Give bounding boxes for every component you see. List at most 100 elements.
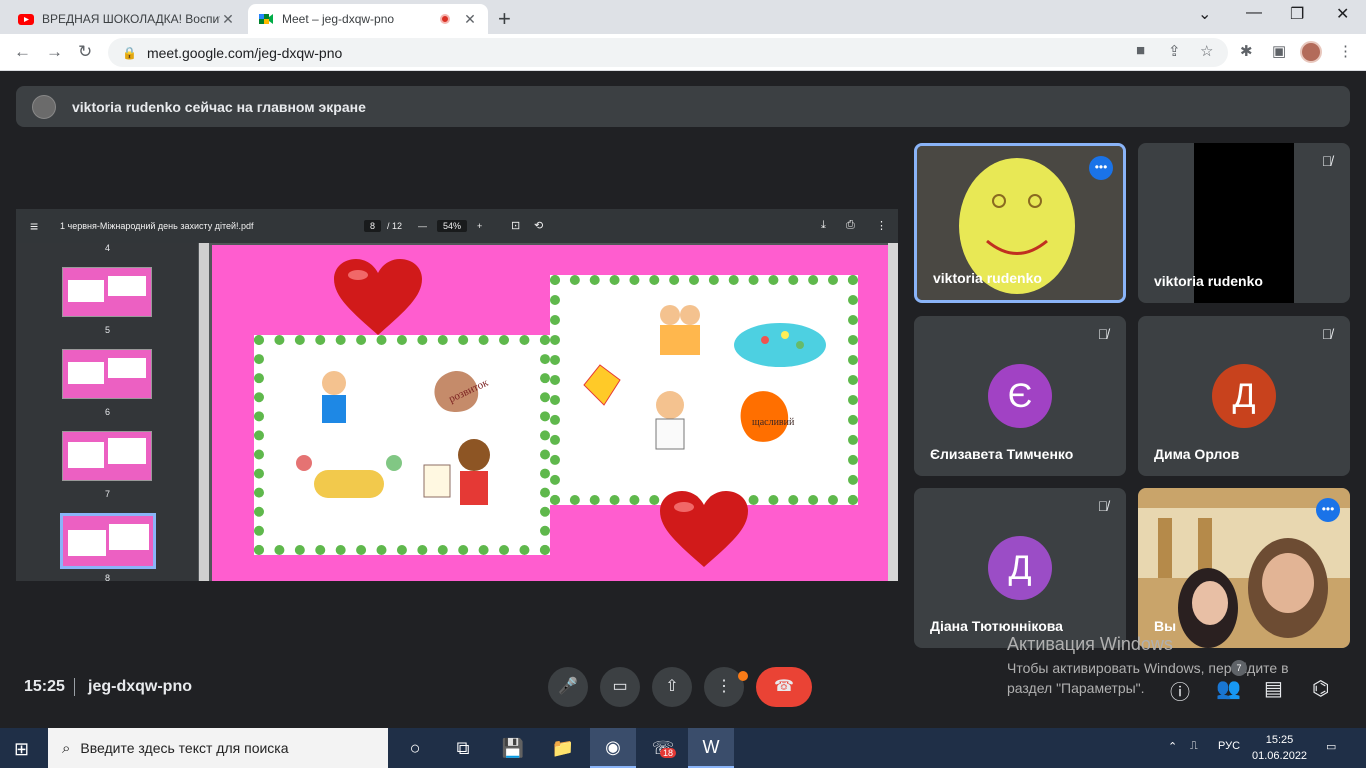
system-clock[interactable]: 15:25 01.06.2022	[1252, 732, 1307, 764]
notifications-icon[interactable]: ▭	[1326, 740, 1336, 753]
clock-time: 15:25	[1265, 734, 1294, 746]
participant-name: viktoria rudenko	[933, 270, 1042, 286]
participant-count-badge: 7	[1231, 660, 1247, 676]
network-icon[interactable]: ⎍	[1190, 740, 1198, 753]
task-view-icon[interactable]: ⧉	[440, 728, 486, 768]
participant-tile[interactable]: 🎙̸ viktoria rudenko	[1138, 143, 1350, 303]
people-icon[interactable]: 👥	[1216, 676, 1241, 701]
mic-off-icon: 🎙̸	[1321, 153, 1333, 169]
more-options-icon[interactable]: •••	[1316, 498, 1340, 522]
thumb-page-number: 8	[105, 573, 111, 581]
meeting-code: jeg-dxqw-pno	[88, 678, 192, 695]
cortana-icon[interactable]: ○	[392, 728, 438, 768]
chevron-up-icon[interactable]: ⌃	[1168, 740, 1177, 753]
save-app-icon[interactable]: 💾	[490, 728, 536, 768]
viber-badge: 18	[660, 748, 677, 758]
menu-icon[interactable]: ≡	[30, 218, 38, 234]
search-placeholder: Введите здесь текст для поиска	[80, 740, 289, 756]
thumbnail-page[interactable]	[62, 431, 152, 481]
camera-icon[interactable]: ■	[1136, 42, 1145, 59]
taskbar-search[interactable]: ⌕ Введите здесь текст для поиска	[48, 728, 388, 768]
participant-tile[interactable]: 🎙̸ Д Діана Тютюннікова	[914, 488, 1126, 648]
print-icon[interactable]: ⎙	[846, 219, 855, 232]
extensions-icon[interactable]: ✱	[1240, 42, 1253, 60]
back-icon[interactable]: ←	[14, 42, 31, 62]
thumbnail-page-current[interactable]	[60, 513, 156, 569]
language-indicator[interactable]: РУС	[1218, 740, 1240, 752]
more-vert-icon[interactable]: ⋮	[1338, 42, 1353, 60]
windows-start-icon[interactable]: ⊞	[14, 739, 29, 760]
youtube-icon	[18, 14, 34, 25]
rotate-icon[interactable]: ⟲	[534, 219, 543, 232]
thumbnail-page[interactable]	[62, 267, 152, 317]
thumb-page-number: 6	[105, 407, 111, 417]
tab-youtube[interactable]: ВРЕДНАЯ ШОКОЛАДКА! Воспит ✕	[8, 4, 246, 34]
windows-taskbar: ⊞ ⌕ Введите здесь текст для поиска ○ ⧉ 💾…	[0, 728, 1366, 768]
microphone-button[interactable]: 🎤	[548, 667, 588, 707]
new-tab-icon[interactable]: +	[498, 6, 511, 32]
google-meet-icon	[259, 14, 273, 24]
activities-icon[interactable]: ⌬	[1312, 676, 1329, 701]
share-icon[interactable]: ⇪	[1168, 42, 1181, 60]
notification-dot	[738, 671, 748, 681]
pdf-scrollbar[interactable]	[888, 243, 898, 581]
page-current[interactable]: 8	[364, 220, 382, 232]
participant-tile[interactable]: ••• viktoria rudenko	[914, 143, 1126, 303]
pdf-filename: 1 червня-Міжнародний день захисту дітей!…	[60, 221, 254, 231]
presentation-screen: ≡ 1 червня-Міжнародний день захисту діте…	[16, 209, 898, 581]
download-icon[interactable]: ⤓	[821, 219, 826, 232]
side-panel-icon[interactable]: ▣	[1272, 42, 1286, 60]
more-options-icon[interactable]: •••	[1089, 156, 1113, 180]
zoom-level[interactable]: 54%	[437, 220, 468, 232]
pdf-toolbar: ≡ 1 червня-Міжнародний день захисту діте…	[16, 209, 898, 243]
minimize-icon[interactable]: —	[1246, 4, 1262, 22]
leave-call-button[interactable]: ☎	[756, 667, 812, 707]
window-close-icon[interactable]: ✕	[1336, 4, 1349, 24]
camera-button[interactable]: ▭	[600, 667, 640, 707]
watermark-title: Активация Windows	[1007, 634, 1173, 654]
thumbnail-page[interactable]	[62, 349, 152, 399]
avatar	[32, 94, 56, 119]
tab-title: Meet – jeg-dxqw-pno	[282, 12, 395, 26]
reload-icon[interactable]: ↻	[78, 42, 92, 62]
tab-meet[interactable]: Meet – jeg-dxqw-pno ✕	[248, 4, 488, 34]
participant-name: Вы	[1154, 618, 1177, 634]
participant-name: viktoria rudenko	[1154, 273, 1263, 289]
tab-title: ВРЕДНАЯ ШОКОЛАДКА! Воспит	[42, 12, 220, 26]
search-icon: ⌕	[62, 739, 71, 757]
chevron-down-icon[interactable]: ⌄	[1198, 4, 1211, 24]
zoom-out-icon[interactable]: —	[418, 221, 427, 231]
present-button[interactable]: ⇧	[652, 667, 692, 707]
url-text: meet.google.com/jeg-dxqw-pno	[146, 44, 343, 61]
chrome-icon[interactable]: ◉	[590, 728, 636, 768]
chat-icon[interactable]: ▤	[1264, 676, 1283, 701]
collage-card-left: розвиток	[254, 335, 550, 555]
restore-icon[interactable]: ❐	[1290, 4, 1304, 24]
hand-label-right: щасливий	[752, 417, 795, 428]
thumbnail-sidebar: 4 5 6 7 8	[16, 243, 198, 581]
profile-avatar[interactable]	[1300, 41, 1322, 63]
star-icon[interactable]: ☆	[1200, 42, 1213, 60]
word-icon[interactable]: W	[688, 728, 734, 768]
clock-date: 01.06.2022	[1252, 750, 1308, 762]
browser-toolbar: ← → ↻ 🔒 meet.google.com/jeg-dxqw-pno ■ ⇪…	[0, 34, 1366, 71]
participant-tile[interactable]: 🎙̸ Д Дима Орлов	[1138, 316, 1350, 476]
address-bar[interactable]: 🔒 meet.google.com/jeg-dxqw-pno	[108, 38, 1228, 67]
thumbnail-scrollbar[interactable]	[199, 243, 209, 581]
watermark-line: раздел "Параметры".	[1007, 680, 1145, 696]
children-illustration: розвиток	[296, 370, 491, 505]
fit-page-icon[interactable]: ⊡	[511, 219, 520, 232]
file-explorer-icon[interactable]: 📁	[540, 728, 586, 768]
avatar: Д	[1212, 364, 1276, 428]
lock-icon: 🔒	[122, 45, 137, 60]
participant-tile-self[interactable]: ••• Вы	[1138, 488, 1350, 648]
participant-name: Дима Орлов	[1154, 446, 1240, 462]
close-icon[interactable]: ✕	[220, 11, 236, 28]
participant-tile[interactable]: 🎙̸ Є Єлизавета Тимченко	[914, 316, 1126, 476]
close-icon[interactable]: ✕	[462, 11, 478, 28]
heart-image	[660, 491, 748, 567]
forward-icon[interactable]: →	[46, 42, 63, 62]
more-vert-icon[interactable]: ⋮	[876, 219, 887, 232]
zoom-in-icon[interactable]: +	[477, 221, 482, 231]
info-icon[interactable]: ⓘ	[1170, 676, 1190, 705]
